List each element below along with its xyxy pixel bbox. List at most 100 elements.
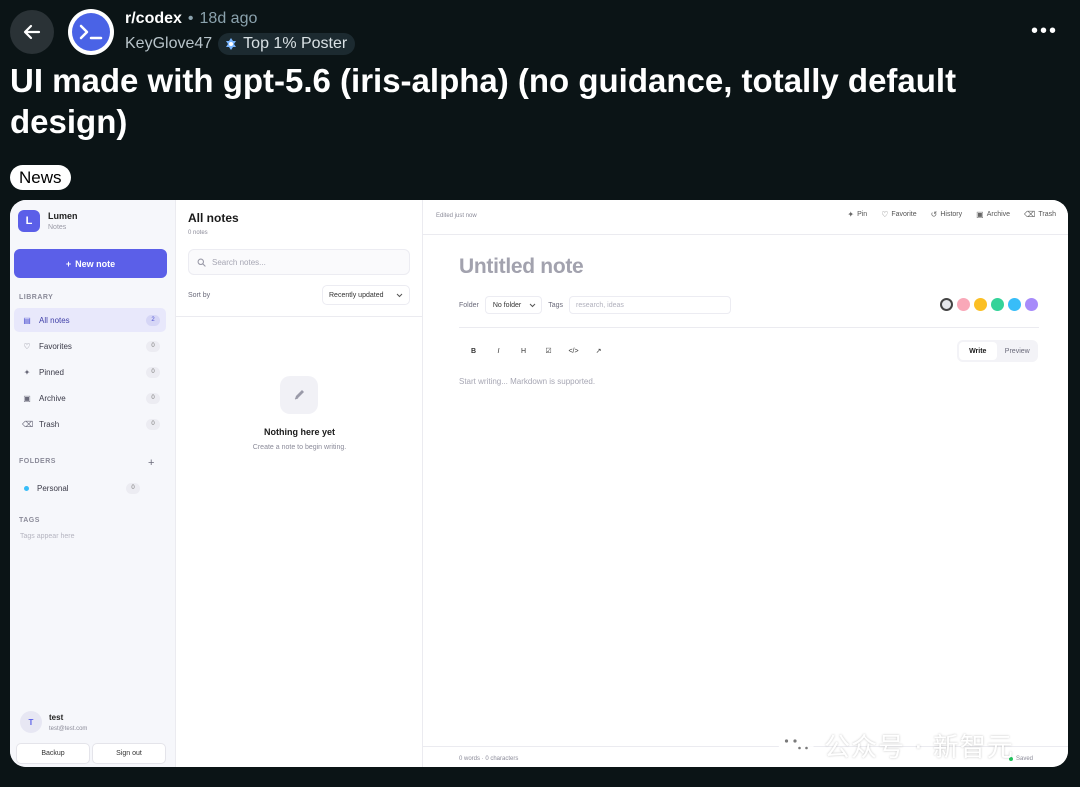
- chevron-down-icon: [529, 303, 536, 307]
- sidebar-item-pinned[interactable]: ✦ Pinned 0: [14, 360, 166, 384]
- user-email: test@test.com: [49, 726, 88, 732]
- watermark-text: 公众号 · 新智元: [824, 733, 1014, 763]
- trash-icon: ⌫: [1024, 210, 1036, 219]
- sidebar-item-archive[interactable]: ▣ Archive 0: [14, 386, 166, 410]
- favorite-button[interactable]: ♡ Favorite: [881, 210, 916, 219]
- sidebar-item-favorites[interactable]: ♡ Favorites 0: [14, 334, 166, 358]
- action-label: Trash: [1038, 211, 1056, 218]
- post-flair-tag[interactable]: News: [10, 165, 71, 190]
- flair-text: Top 1% Poster: [243, 35, 348, 52]
- tags-hint: Tags appear here: [20, 533, 75, 540]
- sort-value: Recently updated: [329, 291, 384, 299]
- sign-out-button[interactable]: Sign out: [92, 743, 166, 764]
- bold-button[interactable]: B: [463, 343, 484, 359]
- color-swatch[interactable]: [974, 298, 987, 311]
- color-swatch[interactable]: [940, 298, 953, 311]
- word-count: 0 words · 0 characters: [459, 756, 519, 762]
- editor-header-divider: [423, 234, 1068, 235]
- action-label: Archive: [986, 211, 1011, 218]
- color-swatches: [940, 298, 1038, 311]
- subreddit-name[interactable]: r/codex: [125, 10, 182, 28]
- folder-item-personal[interactable]: Personal 0: [14, 476, 146, 500]
- folder-select[interactable]: No folder: [484, 296, 543, 314]
- saved-label: Saved: [1016, 756, 1034, 762]
- preview-tab[interactable]: Preview: [999, 342, 1037, 360]
- post-title: UI made with gpt-5.6 (iris-alpha) (no gu…: [10, 62, 957, 140]
- pencil-icon: [280, 376, 318, 414]
- color-swatch[interactable]: [1008, 298, 1021, 311]
- note-count: 0 notes: [188, 230, 208, 236]
- heart-icon: ♡: [881, 210, 889, 219]
- meta-separator: •: [187, 10, 194, 27]
- heart-icon: ♡: [23, 341, 31, 351]
- new-note-button[interactable]: + New note: [14, 249, 167, 278]
- checklist-button[interactable]: ☑: [538, 343, 559, 359]
- action-label: Favorite: [891, 211, 917, 218]
- folders-label: FOLDERS: [19, 458, 56, 465]
- folder-label: Folder: [459, 301, 479, 309]
- folder-count-badge: 0: [126, 482, 140, 494]
- sidebar-item-label: Pinned: [39, 367, 64, 377]
- search-input[interactable]: Search notes...: [212, 258, 266, 267]
- sidebar-item-label: All notes: [39, 315, 70, 325]
- author-line: KeyGlove47 Top 1% Poster: [125, 33, 356, 55]
- folder-value: No folder: [492, 301, 522, 309]
- editor-actions: ✦ Pin ♡ Favorite ↺ History ▣ Archive ⌫ Trash: [847, 210, 1056, 219]
- sort-label: Sort by: [188, 292, 211, 299]
- trash-button[interactable]: ⌫ Trash: [1024, 210, 1056, 219]
- item-count-badge: 0: [146, 418, 160, 430]
- edited-status: Edited just now: [436, 213, 477, 219]
- arrow-left-icon: [23, 24, 41, 40]
- sidebar-item-all-notes[interactable]: ▤ All notes 2: [14, 308, 166, 332]
- color-swatch[interactable]: [991, 298, 1004, 311]
- more-options-button[interactable]: •••: [1031, 21, 1058, 41]
- item-count-badge: 2: [146, 314, 160, 326]
- editor-pane: Edited just now ✦ Pin ♡ Favorite ↺ History ▣ Ar…: [423, 200, 1068, 767]
- add-folder-button[interactable]: +: [148, 457, 154, 469]
- code-button[interactable]: </>: [563, 343, 584, 359]
- library-label: LIBRARY: [19, 294, 54, 301]
- watermark: 公众号 · 新智元: [776, 727, 1014, 764]
- user-avatar[interactable]: T: [20, 711, 42, 733]
- write-tab[interactable]: Write: [959, 342, 997, 360]
- item-count-badge: 0: [146, 366, 160, 378]
- note-title-input[interactable]: Untitled note: [459, 255, 584, 279]
- subreddit-avatar[interactable]: [68, 9, 114, 55]
- action-label: History: [940, 211, 963, 218]
- search-icon: [197, 258, 206, 267]
- tags-label: TAGS: [19, 517, 40, 524]
- heading-button[interactable]: H: [513, 343, 534, 359]
- post-age: 18d ago: [199, 10, 258, 27]
- app-name: Lumen: [48, 211, 78, 221]
- archive-button[interactable]: ▣ Archive: [976, 210, 1010, 219]
- color-swatch[interactable]: [1025, 298, 1038, 311]
- plus-icon: +: [65, 258, 72, 269]
- search-box[interactable]: Search notes...: [188, 249, 410, 275]
- backup-button[interactable]: Backup: [16, 743, 90, 764]
- note-body-input[interactable]: Start writing... Markdown is supported.: [459, 377, 595, 386]
- sidebar: L Lumen Notes + New note LIBRARY ▤ All no…: [10, 200, 176, 767]
- tags-input[interactable]: research, ideas: [569, 296, 732, 314]
- item-count-badge: 0: [146, 392, 160, 404]
- notes-list-pane: All notes 0 notes Search notes... Sort b…: [176, 200, 423, 767]
- archive-icon: ▣: [23, 393, 31, 403]
- history-button[interactable]: ↺ History: [931, 210, 962, 219]
- trash-icon: ⌫: [22, 419, 34, 429]
- pin-icon: ✦: [847, 210, 855, 219]
- pin-button[interactable]: ✦ Pin: [847, 210, 867, 219]
- format-toolbar: B I H ☑ </> ↗: [463, 343, 609, 359]
- italic-button[interactable]: I: [488, 343, 509, 359]
- action-label: Pin: [857, 211, 868, 218]
- all-notes-icon: ▤: [23, 315, 31, 325]
- author-name[interactable]: KeyGlove47: [125, 35, 212, 53]
- color-swatch[interactable]: [957, 298, 970, 311]
- sidebar-item-trash[interactable]: ⌫ Trash 0: [14, 412, 166, 436]
- sort-select[interactable]: Recently updated: [322, 285, 410, 305]
- folder-color-dot: [24, 485, 29, 491]
- pin-icon: ✦: [23, 367, 31, 377]
- link-button[interactable]: ↗: [588, 343, 609, 359]
- terminal-icon: [72, 13, 110, 51]
- back-button[interactable]: [10, 10, 54, 54]
- empty-state-subtitle: Create a note to begin writing.: [252, 444, 347, 451]
- user-flair: Top 1% Poster: [218, 33, 356, 55]
